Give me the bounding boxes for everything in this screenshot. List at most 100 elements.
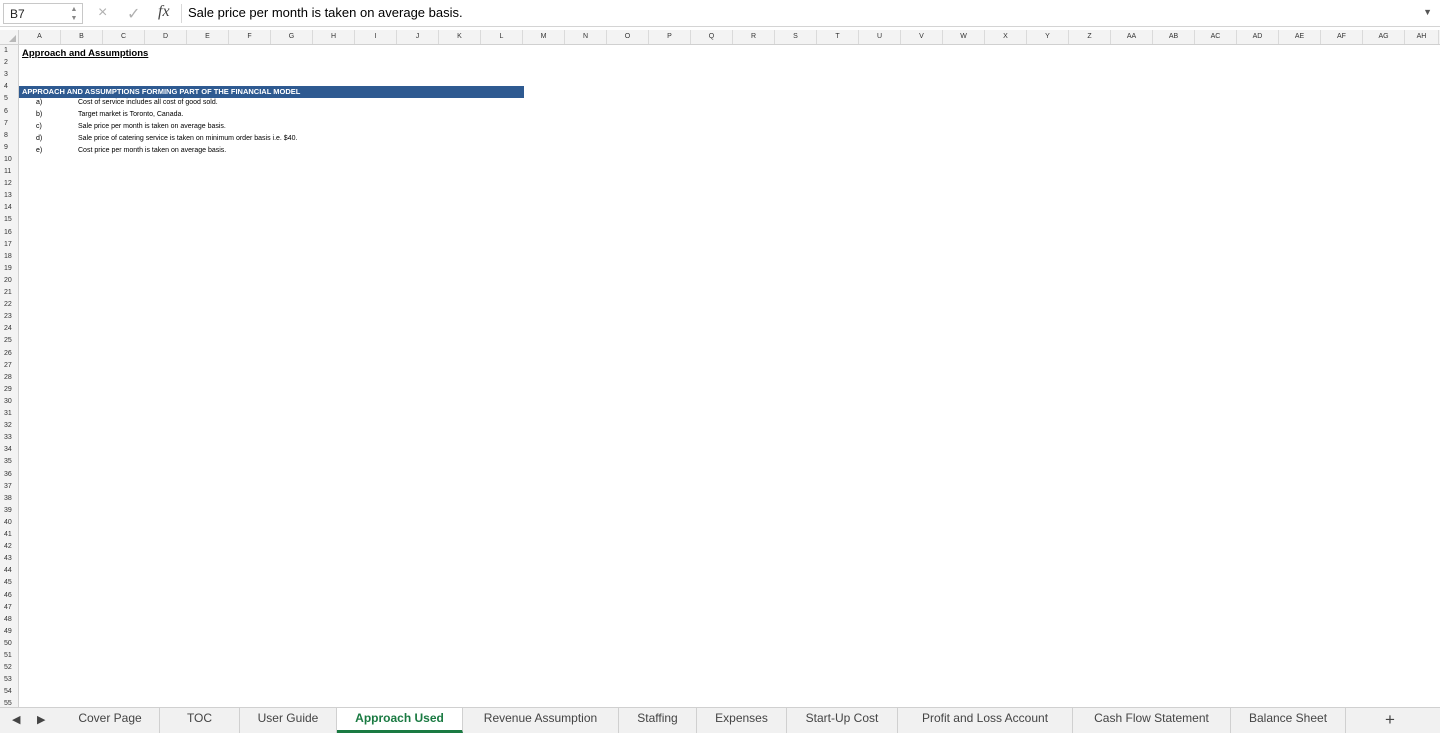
column-header-ah[interactable]: AH xyxy=(1405,30,1439,44)
row-header-15[interactable]: 15 xyxy=(0,214,18,226)
sheet-tab-approach-used[interactable]: Approach Used xyxy=(337,708,463,733)
column-header-m[interactable]: M xyxy=(523,30,565,44)
row-header-11[interactable]: 11 xyxy=(0,166,18,178)
sheet-tab-user-guide[interactable]: User Guide xyxy=(240,708,337,733)
row-header-45[interactable]: 45 xyxy=(0,577,18,589)
row-header-16[interactable]: 16 xyxy=(0,227,18,239)
row-header-31[interactable]: 31 xyxy=(0,408,18,420)
column-header-d[interactable]: D xyxy=(145,30,187,44)
column-header-ab[interactable]: AB xyxy=(1153,30,1195,44)
row-header-49[interactable]: 49 xyxy=(0,626,18,638)
assumption-text[interactable]: Cost price per month is taken on average… xyxy=(78,147,226,154)
prev-sheet-icon[interactable]: ◀ xyxy=(12,713,20,726)
row-header-8[interactable]: 8 xyxy=(0,130,18,142)
column-header-i[interactable]: I xyxy=(355,30,397,44)
sheet-tab-profit-and-loss-account[interactable]: Profit and Loss Account xyxy=(898,708,1073,733)
row-header-13[interactable]: 13 xyxy=(0,190,18,202)
sheet-tab-cash-flow-statement[interactable]: Cash Flow Statement xyxy=(1073,708,1231,733)
row-header-6[interactable]: 6 xyxy=(0,106,18,118)
assumption-label[interactable]: a) xyxy=(36,99,42,106)
column-header-e[interactable]: E xyxy=(187,30,229,44)
sheet-tab-expenses[interactable]: Expenses xyxy=(697,708,787,733)
row-header-14[interactable]: 14 xyxy=(0,202,18,214)
column-header-a[interactable]: A xyxy=(19,30,61,44)
row-header-9[interactable]: 9 xyxy=(0,142,18,154)
row-header-32[interactable]: 32 xyxy=(0,420,18,432)
row-header-20[interactable]: 20 xyxy=(0,275,18,287)
column-header-p[interactable]: P xyxy=(649,30,691,44)
row-header-42[interactable]: 42 xyxy=(0,541,18,553)
row-header-22[interactable]: 22 xyxy=(0,299,18,311)
next-sheet-icon[interactable]: ▶ xyxy=(37,713,45,726)
column-header-aa[interactable]: AA xyxy=(1111,30,1153,44)
row-header-3[interactable]: 3 xyxy=(0,69,18,81)
column-header-y[interactable]: Y xyxy=(1027,30,1069,44)
name-box-stepper-icon[interactable]: ▲ ▼ xyxy=(70,5,78,23)
row-header-26[interactable]: 26 xyxy=(0,348,18,360)
row-header-17[interactable]: 17 xyxy=(0,239,18,251)
formula-input[interactable]: Sale price per month is taken on average… xyxy=(188,5,463,20)
row-header-1[interactable]: 1 xyxy=(0,45,18,57)
assumption-label[interactable]: b) xyxy=(36,111,42,118)
row-header-37[interactable]: 37 xyxy=(0,481,18,493)
assumption-text[interactable]: Target market is Toronto, Canada. xyxy=(78,111,183,118)
row-header-43[interactable]: 43 xyxy=(0,553,18,565)
add-sheet-button[interactable]: + xyxy=(1377,710,1403,730)
assumption-text[interactable]: Sale price per month is taken on average… xyxy=(78,123,226,130)
row-header-18[interactable]: 18 xyxy=(0,251,18,263)
row-header-47[interactable]: 47 xyxy=(0,602,18,614)
row-header-53[interactable]: 53 xyxy=(0,674,18,686)
row-header-2[interactable]: 2 xyxy=(0,57,18,69)
column-header-w[interactable]: W xyxy=(943,30,985,44)
column-header-ac[interactable]: AC xyxy=(1195,30,1237,44)
column-header-j[interactable]: J xyxy=(397,30,439,44)
row-header-23[interactable]: 23 xyxy=(0,311,18,323)
row-header-44[interactable]: 44 xyxy=(0,565,18,577)
assumption-label[interactable]: e) xyxy=(36,147,42,154)
row-header-7[interactable]: 7 xyxy=(0,118,18,130)
row-header-25[interactable]: 25 xyxy=(0,335,18,347)
row-header-41[interactable]: 41 xyxy=(0,529,18,541)
row-header-27[interactable]: 27 xyxy=(0,360,18,372)
column-header-v[interactable]: V xyxy=(901,30,943,44)
row-header-4[interactable]: 4 xyxy=(0,81,18,93)
column-header-n[interactable]: N xyxy=(565,30,607,44)
row-header-38[interactable]: 38 xyxy=(0,493,18,505)
column-header-r[interactable]: R xyxy=(733,30,775,44)
row-header-21[interactable]: 21 xyxy=(0,287,18,299)
expand-formula-bar-icon[interactable]: ▼ xyxy=(1423,7,1432,17)
row-header-48[interactable]: 48 xyxy=(0,614,18,626)
sheet-tab-staffing[interactable]: Staffing xyxy=(619,708,697,733)
column-header-x[interactable]: X xyxy=(985,30,1027,44)
select-all-corner[interactable] xyxy=(0,30,19,44)
row-header-39[interactable]: 39 xyxy=(0,505,18,517)
row-header-24[interactable]: 24 xyxy=(0,323,18,335)
column-header-h[interactable]: H xyxy=(313,30,355,44)
column-header-f[interactable]: F xyxy=(229,30,271,44)
column-header-o[interactable]: O xyxy=(607,30,649,44)
row-header-30[interactable]: 30 xyxy=(0,396,18,408)
row-header-40[interactable]: 40 xyxy=(0,517,18,529)
sheet-tab-revenue-assumption[interactable]: Revenue Assumption xyxy=(463,708,619,733)
row-header-36[interactable]: 36 xyxy=(0,469,18,481)
column-header-ad[interactable]: AD xyxy=(1237,30,1279,44)
column-header-q[interactable]: Q xyxy=(691,30,733,44)
column-header-u[interactable]: U xyxy=(859,30,901,44)
assumption-label[interactable]: d) xyxy=(36,135,42,142)
column-header-t[interactable]: T xyxy=(817,30,859,44)
row-header-55[interactable]: 55 xyxy=(0,698,18,707)
row-header-12[interactable]: 12 xyxy=(0,178,18,190)
row-header-50[interactable]: 50 xyxy=(0,638,18,650)
row-header-54[interactable]: 54 xyxy=(0,686,18,698)
column-header-ag[interactable]: AG xyxy=(1363,30,1405,44)
column-header-c[interactable]: C xyxy=(103,30,145,44)
assumption-text[interactable]: Cost of service includes all cost of goo… xyxy=(78,99,218,106)
cancel-icon[interactable]: × xyxy=(98,4,107,22)
row-header-46[interactable]: 46 xyxy=(0,590,18,602)
row-header-19[interactable]: 19 xyxy=(0,263,18,275)
worksheet-grid[interactable]: Approach and Assumptions APPROACH AND AS… xyxy=(19,45,1440,707)
column-header-af[interactable]: AF xyxy=(1321,30,1363,44)
row-header-52[interactable]: 52 xyxy=(0,662,18,674)
column-header-k[interactable]: K xyxy=(439,30,481,44)
sheet-tab-cover-page[interactable]: Cover Page xyxy=(61,708,160,733)
